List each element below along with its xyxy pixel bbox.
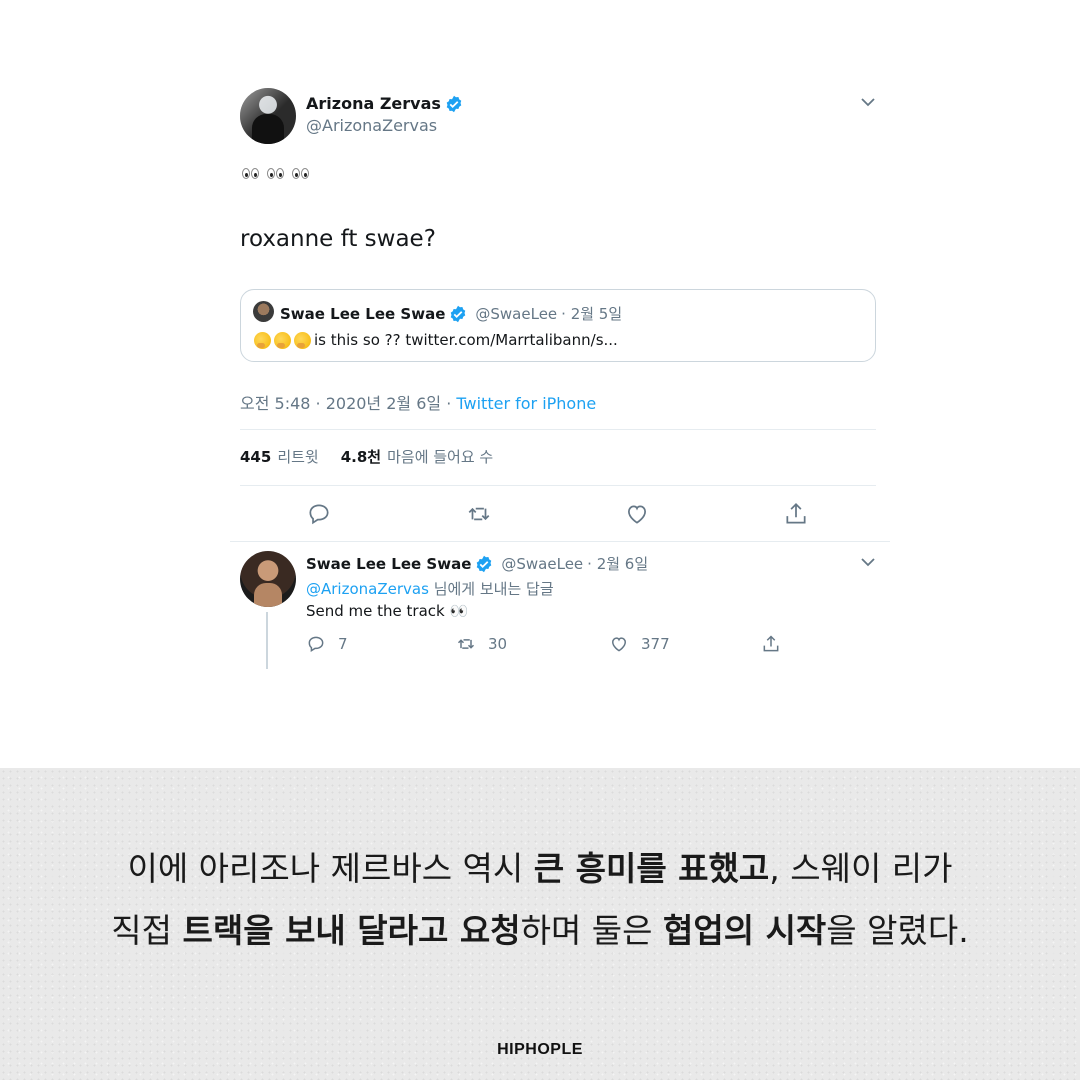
reply-replies-button[interactable]: 7	[306, 634, 348, 654]
share-icon	[761, 634, 781, 654]
chevron-down-icon[interactable]	[858, 552, 878, 572]
quoted-tweet-card[interactable]: Swae Lee Lee Swae @SwaeLee · 2월 5일 is th…	[240, 289, 876, 362]
caption-segment: 트랙을 보내 달라고 요청	[182, 911, 521, 950]
reply-to-line: @ArizonaZervas 님에게 보내는 답글	[306, 578, 554, 599]
caption-segment: 을 알렸다.	[826, 911, 969, 950]
divider	[230, 541, 890, 542]
reply-author-avatar[interactable]	[240, 551, 296, 607]
quoted-author-row: Swae Lee Lee Swae @SwaeLee · 2월 5일	[280, 303, 622, 324]
divider	[240, 429, 876, 430]
tweet-area: Arizona Zervas @ArizonaZervas roxanne ft…	[0, 0, 1080, 768]
verified-badge-icon	[445, 95, 463, 113]
retweet-icon[interactable]	[466, 501, 492, 527]
caption-line-2: 직접 트랙을 보내 달라고 요청하며 둘은 협업의 시작을 알렸다.	[0, 904, 1080, 952]
reply-author-handle[interactable]: @SwaeLee	[501, 555, 583, 573]
quoted-author-name: Swae Lee Lee Swae	[280, 304, 446, 323]
chevron-down-icon[interactable]	[858, 92, 878, 112]
reply-retweets-count: 30	[488, 635, 508, 653]
quoted-date: · 2월 5일	[561, 305, 623, 323]
quoted-author-avatar	[253, 301, 274, 322]
quoted-text-row: is this so ?? twitter.com/Marrtalibann/s…	[254, 331, 618, 349]
reply-icon[interactable]	[306, 501, 332, 527]
verified-badge-icon	[449, 305, 467, 323]
divider	[240, 485, 876, 486]
tweet-stats: 445 리트윗 4.8천 마음에 들어요 수	[240, 446, 515, 467]
tweet-source-link[interactable]: Twitter for iPhone	[456, 394, 596, 413]
reply-to-mention[interactable]: @ArizonaZervas	[306, 580, 429, 598]
caption-segment: 협업의 시작	[663, 911, 827, 950]
caption-segment: 직접	[111, 911, 183, 950]
tweet-timestamp[interactable]: 오전 5:48 · 2020년 2월 6일 ·	[240, 394, 451, 413]
retweet-icon	[456, 634, 476, 654]
author-name-row[interactable]: Arizona Zervas	[306, 94, 463, 113]
like-icon	[609, 634, 629, 654]
caption-segment: 하며 둘은	[520, 911, 663, 950]
reply-likes-count: 377	[641, 635, 670, 653]
reply-replies-count: 7	[338, 635, 348, 653]
quoted-author-handle: @SwaeLee	[475, 304, 558, 323]
thinking-emoji-icon	[254, 331, 314, 349]
likes-count[interactable]: 4.8천	[341, 448, 381, 466]
share-icon[interactable]	[783, 501, 809, 527]
caption-line-1: 이에 아리조나 제르바스 역시 큰 흥미를 표했고, 스웨이 리가	[0, 842, 1080, 890]
reply-text: Send me the track 👀	[306, 602, 469, 620]
retweets-count[interactable]: 445	[240, 448, 271, 466]
brand-logo: HIPHOPLE	[497, 1041, 583, 1058]
verified-badge-icon	[475, 555, 493, 573]
caption-segment: , 스웨이 리가	[769, 849, 953, 888]
reply-icon	[306, 634, 326, 654]
caption-segment: 이에 아리조나 제르바스 역시	[127, 849, 534, 888]
reply-author-row: Swae Lee Lee Swae @SwaeLee · 2월 6일	[306, 553, 648, 574]
tweet-text: roxanne ft swae?	[240, 226, 436, 252]
like-icon[interactable]	[624, 501, 650, 527]
caption-segment: 큰 흥미를 표했고	[533, 849, 770, 888]
reply-like-button[interactable]: 377	[609, 634, 670, 654]
quoted-text: is this so ?? twitter.com/Marrtalibann/s…	[314, 331, 618, 349]
reply-share-button[interactable]	[761, 634, 793, 654]
eyes-emoji-icon	[242, 164, 317, 183]
tweet-meta: 오전 5:48 · 2020년 2월 6일 · Twitter for iPho…	[240, 390, 596, 414]
author-avatar[interactable]	[240, 88, 296, 144]
reply-to-suffix: 님에게 보내는 답글	[433, 580, 554, 598]
retweets-label[interactable]: 리트윗	[277, 448, 318, 466]
author-handle[interactable]: @ArizonaZervas	[306, 116, 437, 135]
reply-author-name[interactable]: Swae Lee Lee Swae	[306, 555, 471, 573]
reply-date[interactable]: · 2월 6일	[587, 553, 648, 574]
likes-label[interactable]: 마음에 들어요 수	[387, 448, 493, 466]
author-name[interactable]: Arizona Zervas	[306, 94, 441, 113]
reply-retweet-button[interactable]: 30	[456, 634, 507, 654]
thread-line	[266, 612, 268, 669]
